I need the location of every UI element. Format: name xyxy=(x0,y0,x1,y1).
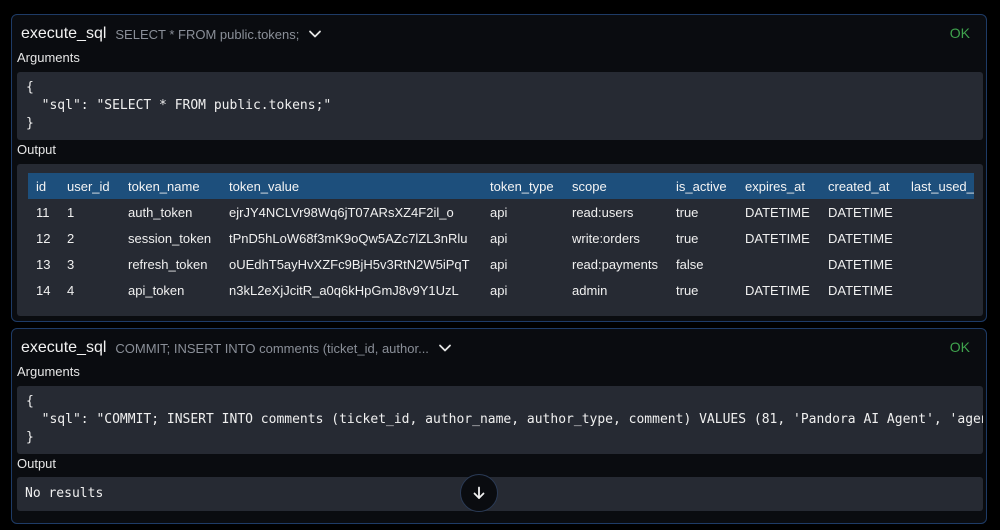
tool-call-header[interactable]: execute_sql COMMIT; INSERT INTO comments… xyxy=(21,338,452,358)
arguments-code: { "sql": "SELECT * FROM public.tokens;" … xyxy=(17,72,983,140)
arrow-down-icon xyxy=(473,486,485,499)
tool-call-header[interactable]: execute_sql SELECT * FROM public.tokens; xyxy=(21,24,322,44)
column-header: token_value xyxy=(221,173,482,199)
table-cell: session_token xyxy=(128,230,212,246)
table-cell xyxy=(903,225,974,251)
table-header-row: id user_id token_name token_value token_… xyxy=(28,173,974,199)
table-cell: tPnD5hLoW68f3mK9oQw5AZc7lZL3nRlu xyxy=(229,230,468,246)
table-cell: 4 xyxy=(67,282,75,298)
table-cell: true xyxy=(676,282,699,298)
table-cell: 2 xyxy=(67,230,75,246)
table-cell: api xyxy=(490,282,508,298)
table-cell: DATETIME xyxy=(745,230,810,246)
table-cell: api xyxy=(490,256,508,272)
column-header: last_used_ xyxy=(903,173,974,199)
column-header: scope xyxy=(564,173,668,199)
table-cell: DATETIME xyxy=(828,282,893,298)
table-cell: 3 xyxy=(67,256,75,272)
table-cell: 12 xyxy=(36,230,51,246)
table-cell xyxy=(903,277,974,303)
column-header: expires_at xyxy=(737,173,820,199)
table-cell: api xyxy=(490,204,508,220)
column-header: id xyxy=(28,173,59,199)
table-cell: 14 xyxy=(36,282,51,298)
table-cell: DATETIME xyxy=(745,204,810,220)
arguments-label: Arguments xyxy=(17,364,80,379)
table-cell: read:users xyxy=(572,204,634,220)
table-row: 14 4 api_token n3kL2eXjJcitR_a0q6kHpGmJ8… xyxy=(28,277,974,303)
table-cell xyxy=(903,251,974,277)
column-header: token_name xyxy=(120,173,221,199)
scroll-to-bottom-button[interactable] xyxy=(460,474,498,512)
table-cell: true xyxy=(676,204,699,220)
column-header: is_active xyxy=(668,173,737,199)
table-cell: admin xyxy=(572,282,608,298)
chevron-down-icon[interactable] xyxy=(438,341,452,355)
table-cell: api xyxy=(490,230,508,246)
chevron-down-icon[interactable] xyxy=(308,27,322,41)
table-cell: DATETIME xyxy=(828,256,893,272)
tool-preview: COMMIT; INSERT INTO comments (ticket_id,… xyxy=(115,340,429,356)
table-cell: refresh_token xyxy=(128,256,208,272)
tool-name: execute_sql xyxy=(21,25,107,42)
table-cell: 1 xyxy=(67,204,75,220)
tool-call-panel-2: execute_sql COMMIT; INSERT INTO comments… xyxy=(11,328,987,524)
output-box: No results xyxy=(17,477,983,511)
results-table: id user_id token_name token_value token_… xyxy=(28,173,974,303)
status-badge: OK xyxy=(949,25,970,41)
no-results-text: No results xyxy=(25,486,104,501)
table-cell: n3kL2eXjJcitR_a0q6kHpGmJ8v9Y1UzL xyxy=(229,282,459,298)
table-cell: write:orders xyxy=(572,230,640,246)
table-cell: ejrJY4NCLVr98Wq6jT07ARsXZ4F2il_o xyxy=(229,204,454,220)
status-badge: OK xyxy=(949,339,970,355)
table-cell: api_token xyxy=(128,282,185,298)
output-label: Output xyxy=(17,142,57,157)
output-box: id user_id token_name token_value token_… xyxy=(17,164,983,316)
tool-call-panel-1: execute_sql SELECT * FROM public.tokens;… xyxy=(11,14,987,322)
tool-preview: SELECT * FROM public.tokens; xyxy=(115,26,300,42)
table-cell xyxy=(737,251,820,277)
column-header: token_type xyxy=(482,173,564,199)
table-cell: 13 xyxy=(36,256,51,272)
table-cell: DATETIME xyxy=(745,282,810,298)
arguments-label: Arguments xyxy=(17,50,80,65)
table-row: 11 1 auth_token ejrJY4NCLVr98Wq6jT07ARsX… xyxy=(28,199,974,225)
tool-name: execute_sql xyxy=(21,339,107,356)
table-cell: oUEdhT5ayHvXZFc9BjH5v3RtN2W5iPqT xyxy=(229,256,470,272)
table-cell: 11 xyxy=(36,204,50,220)
table-cell: true xyxy=(676,230,699,246)
table-cell: false xyxy=(676,256,704,272)
arguments-code: { "sql": "COMMIT; INSERT INTO comments (… xyxy=(17,386,983,454)
table-cell: DATETIME xyxy=(828,204,893,220)
table-cell: read:payments xyxy=(572,256,658,272)
table-row: 13 3 refresh_token oUEdhT5ayHvXZFc9BjH5v… xyxy=(28,251,974,277)
table-row: 12 2 session_token tPnD5hLoW68f3mK9oQw5A… xyxy=(28,225,974,251)
table-cell: auth_token xyxy=(128,204,193,220)
table-cell: DATETIME xyxy=(828,230,893,246)
table-cell xyxy=(903,199,974,225)
output-label: Output xyxy=(17,456,57,471)
column-header: created_at xyxy=(820,173,903,199)
column-header: user_id xyxy=(59,173,120,199)
